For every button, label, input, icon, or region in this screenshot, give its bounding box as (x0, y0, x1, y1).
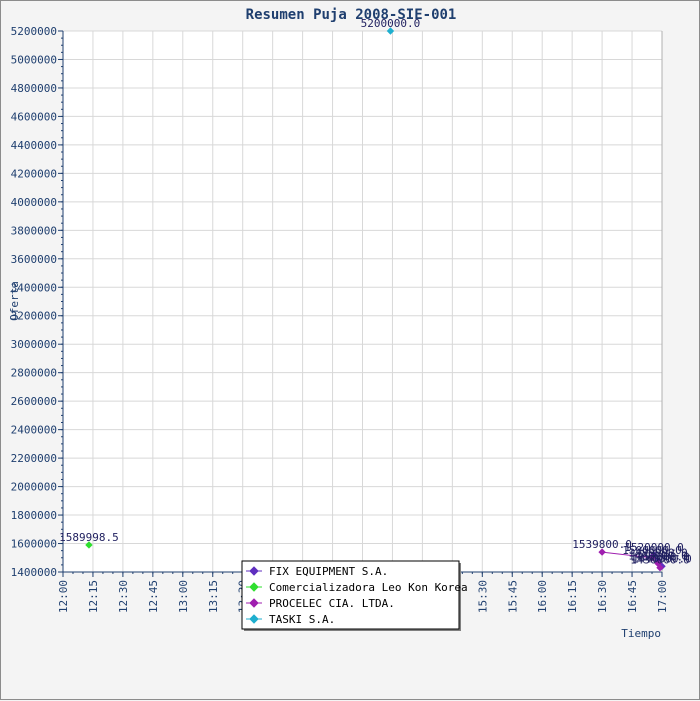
data-label: 5200000.0 (361, 17, 421, 30)
x-tick-label: 15:30 (476, 580, 489, 613)
x-tick-label: 15:45 (506, 580, 519, 613)
grid-lines (62, 30, 663, 573)
chart-frame: Resumen Puja 2008-SIE-001 1400000 1600000… (0, 0, 700, 700)
x-tick-label: 16:15 (566, 580, 579, 613)
y-tick-label: 3000000 (11, 338, 57, 351)
legend-label: Comercializadora Leo Kon Korea (269, 581, 468, 594)
x-axis-label: Tiempo (621, 627, 661, 640)
y-tick-label: 3600000 (11, 253, 57, 266)
chart-title: Resumen Puja 2008-SIE-001 (246, 7, 457, 23)
legend-label: TASKI S.A. (269, 613, 335, 626)
y-tick-label: 4400000 (11, 139, 57, 152)
y-tick-label: 2600000 (11, 395, 57, 408)
y-tick-label: 5200000 (11, 25, 57, 38)
y-tick-label: 1600000 (11, 538, 57, 551)
x-tick-label: 13:00 (177, 580, 190, 613)
y-tick-label: 3800000 (11, 224, 57, 237)
x-tick-label: 12:15 (87, 580, 100, 613)
x-tick-label: 16:30 (596, 580, 609, 613)
y-tick-label: 4800000 (11, 82, 57, 95)
legend: FIX EQUIPMENT S.A. Comercializadora Leo K… (241, 560, 468, 631)
y-tick-label: 4600000 (11, 110, 57, 123)
legend-label: FIX EQUIPMENT S.A. (269, 565, 388, 578)
y-tick-label: 1400000 (11, 566, 57, 579)
x-tick-label: 16:00 (536, 580, 549, 613)
y-tick-label: 2800000 (11, 367, 57, 380)
x-tick-label: 12:30 (117, 580, 130, 613)
data-label: 1430000.0 (630, 554, 690, 567)
y-axis-label: Oferta (8, 281, 21, 321)
x-tick-label: 13:15 (207, 580, 220, 613)
y-tick-label: 4000000 (11, 196, 57, 209)
legend-label: PROCELEC CIA. LTDA. (269, 597, 395, 610)
line-chart: Resumen Puja 2008-SIE-001 1400000 1600000… (8, 7, 692, 640)
x-tick-label: 12:45 (147, 580, 160, 613)
y-tick-label: 2000000 (11, 481, 57, 494)
y-tick-label: 2400000 (11, 424, 57, 437)
x-tick-label: 16:45 (626, 580, 639, 613)
y-tick-label: 4200000 (11, 167, 57, 180)
x-tick-label: 17:00 (656, 580, 669, 613)
data-label: 1589998.5 (59, 531, 119, 544)
y-tick-label: 1800000 (11, 509, 57, 522)
y-tick-label: 2200000 (11, 452, 57, 465)
x-tick-label: 12:00 (57, 580, 70, 613)
y-tick-label: 5000000 (11, 53, 57, 66)
